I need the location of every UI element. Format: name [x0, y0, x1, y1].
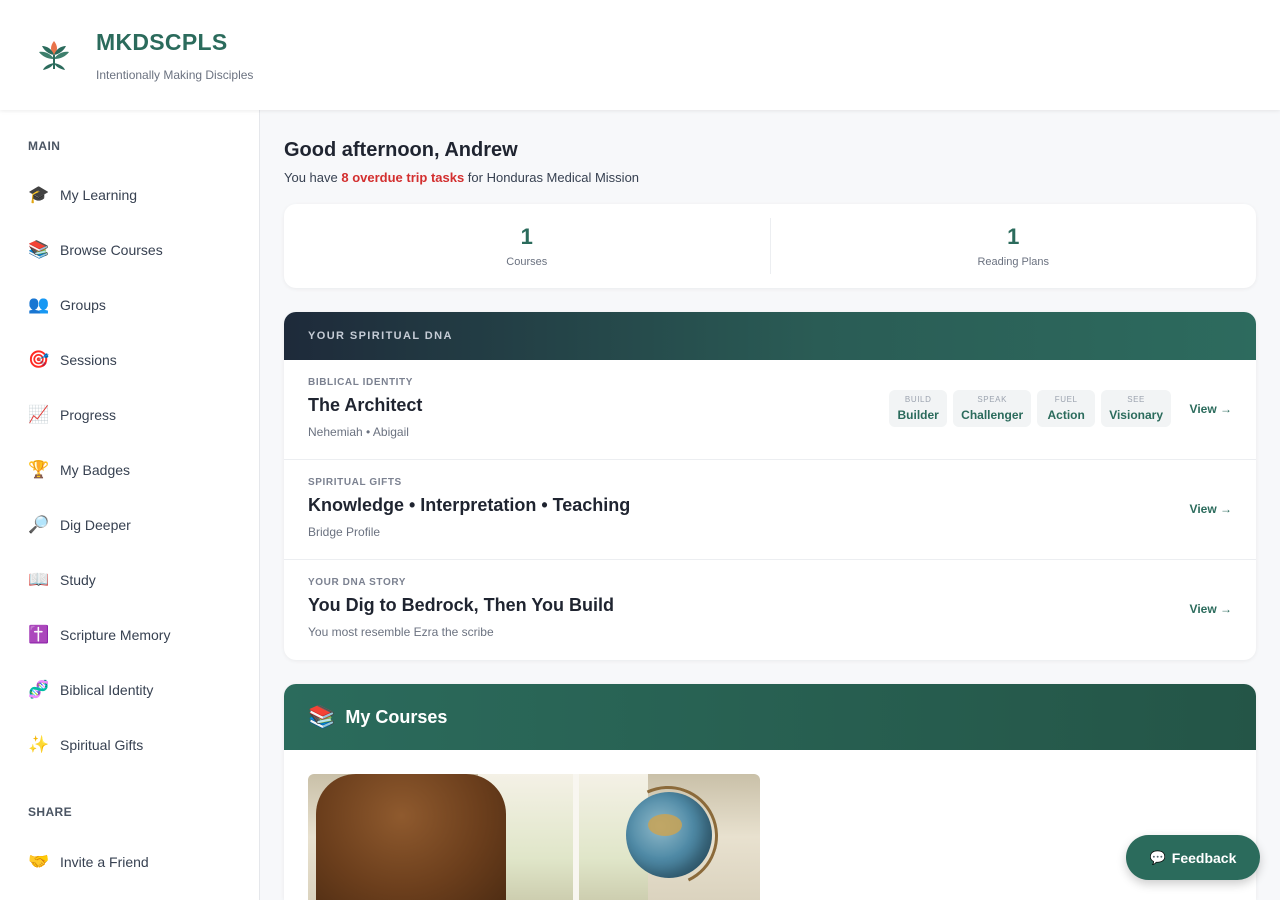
chip-build: BUILD Builder [889, 390, 948, 427]
dna-row-dna-story: YOUR DNA STORY You Dig to Bedrock, Then … [284, 560, 1256, 660]
chip-value: Builder [897, 408, 939, 422]
sidebar-item-sessions[interactable]: 🎯 Sessions [28, 348, 117, 372]
dna-row-spiritual-gifts: SPIRITUAL GIFTS Knowledge • Interpretati… [284, 460, 1256, 560]
sidebar-item-my-badges[interactable]: 🏆 My Badges [28, 458, 130, 482]
globe-landmass [648, 814, 682, 836]
graduation-cap-icon: 🎓 [28, 185, 50, 204]
dna-icon: 🧬 [28, 680, 50, 699]
course-thumbnail[interactable] [308, 774, 760, 900]
dna-row-subtitle: You most resemble Ezra the scribe [308, 625, 494, 639]
view-story-link[interactable]: View → [1190, 602, 1232, 616]
chip-value: Challenger [961, 408, 1024, 422]
sidebar-item-dig-deeper[interactable]: 🔎 Dig Deeper [28, 513, 131, 537]
dna-row-title: Knowledge • Interpretation • Teaching [308, 495, 631, 515]
lotus-logo-icon [39, 41, 69, 70]
books-icon: 📚 [308, 704, 336, 729]
overdue-notice: You have 8 overdue trip tasks for Hondur… [284, 170, 639, 185]
sidebar-item-label: My Learning [60, 187, 138, 203]
chip-speak: SPEAK Challenger [953, 390, 1032, 427]
backpack-illustration [316, 774, 506, 900]
brand: MKDSCPLS Intentionally Making Disciples [96, 29, 253, 82]
sidebar-item-label: My Badges [60, 462, 131, 478]
sidebar-item-progress[interactable]: 📈 Progress [28, 403, 116, 427]
chip-key: FUEL [1054, 395, 1078, 404]
notice-suffix: for Honduras Medical Mission [464, 170, 640, 185]
stats-card: 1 Courses 1 Reading Plans [284, 204, 1256, 288]
dna-card-heading: YOUR SPIRITUAL DNA [284, 312, 1256, 360]
stat-value: 1 [1007, 224, 1020, 249]
books-icon: 📚 [28, 240, 50, 259]
dna-row-subtitle: Bridge Profile [308, 525, 381, 539]
sidebar-item-label: Dig Deeper [60, 517, 131, 533]
page-greeting: Good afternoon, Andrew [284, 139, 518, 161]
sidebar-section-share: SHARE [28, 805, 73, 819]
sidebar-item-label: Invite a Friend [60, 854, 149, 870]
trophy-icon: 🏆 [28, 460, 50, 479]
sidebar-item-study[interactable]: 📖 Study [28, 568, 96, 592]
sidebar-item-label: Browse Courses [60, 242, 163, 258]
sidebar-item-label: Biblical Identity [60, 682, 154, 698]
stat-label: Courses [506, 256, 548, 268]
people-icon: 👥 [28, 295, 50, 314]
chip-value: Visionary [1109, 408, 1163, 422]
stat-value: 1 [520, 224, 533, 249]
view-gifts-link[interactable]: View → [1190, 502, 1232, 516]
identity-chips: BUILD Builder SPEAK Challenger FUEL Acti… [889, 390, 1171, 427]
dna-row-kicker: YOUR DNA STORY [308, 577, 407, 588]
stat-reading-plans[interactable]: 1 Reading Plans [769, 218, 1257, 274]
sidebar-item-label: Scripture Memory [60, 627, 171, 643]
sidebar-item-invite-friend[interactable]: 🤝 Invite a Friend [28, 850, 149, 874]
overdue-tasks-link[interactable]: 8 overdue trip tasks [341, 170, 464, 185]
view-identity-link[interactable]: View → [1190, 402, 1232, 416]
brand-subtitle: Intentionally Making Disciples [96, 67, 254, 82]
speech-bubble-icon: 💬 [1149, 849, 1166, 865]
stat-label: Reading Plans [977, 256, 1050, 268]
sidebar-item-browse-courses[interactable]: 📚 Browse Courses [28, 238, 163, 262]
feedback-label: Feedback [1171, 849, 1237, 866]
chip-fuel: FUEL Action [1037, 390, 1096, 427]
chip-see: SEE Visionary [1101, 390, 1171, 427]
stat-courses[interactable]: 1 Courses [284, 204, 770, 288]
dna-row-subtitle: Nehemiah • Abigail [308, 425, 409, 439]
target-icon: 🎯 [28, 350, 50, 369]
sparkles-icon: ✨ [28, 735, 50, 754]
spiritual-dna-card: YOUR SPIRITUAL DNA BIBLICAL IDENTITY The… [284, 312, 1256, 660]
open-book-icon: 📖 [28, 570, 50, 589]
sidebar-item-label: Spiritual Gifts [60, 737, 144, 753]
sidebar-item-biblical-identity[interactable]: 🧬 Biblical Identity [28, 678, 153, 702]
chip-key: SEE [1127, 395, 1145, 404]
sidebar-item-label: Groups [60, 297, 106, 313]
sidebar-item-groups[interactable]: 👥 Groups [28, 293, 106, 317]
sidebar-item-label: Progress [60, 407, 117, 423]
dna-row-kicker: SPIRITUAL GIFTS [308, 477, 402, 488]
sidebar: MAIN 🎓 My Learning 📚 Browse Courses 👥 Gr… [0, 110, 260, 900]
sidebar-item-my-learning[interactable]: 🎓 My Learning [28, 183, 137, 207]
dna-row-kicker: BIBLICAL IDENTITY [308, 377, 414, 388]
sidebar-item-label: Sessions [60, 352, 117, 368]
chip-key: SPEAK [977, 395, 1008, 404]
window-frame [573, 774, 579, 900]
dna-row-biblical-identity: BIBLICAL IDENTITY The Architect Nehemiah… [284, 360, 1256, 460]
chart-up-icon: 📈 [28, 405, 50, 424]
dna-row-title: You Dig to Bedrock, Then You Build [308, 595, 614, 615]
sidebar-item-label: Study [60, 572, 96, 588]
top-header: MKDSCPLS Intentionally Making Disciples [0, 0, 1280, 110]
notice-prefix: You have [284, 170, 342, 185]
my-courses-card: 📚 My Courses [284, 684, 1256, 900]
sidebar-section-main: MAIN [28, 139, 61, 153]
chip-key: BUILD [904, 395, 932, 404]
my-courses-title: My Courses [345, 706, 448, 727]
brand-title: MKDSCPLS [96, 28, 228, 55]
sidebar-item-spiritual-gifts[interactable]: ✨ Spiritual Gifts [28, 733, 143, 757]
handshake-icon: 🤝 [28, 852, 50, 871]
chip-value: Action [1047, 408, 1085, 422]
my-courses-header: 📚 My Courses [284, 684, 1256, 750]
cross-icon: ✝️ [28, 625, 50, 644]
sidebar-item-scripture-memory[interactable]: ✝️ Scripture Memory [28, 623, 170, 647]
feedback-button[interactable]: 💬 Feedback [1126, 835, 1260, 880]
magnifier-icon: 🔎 [28, 515, 50, 534]
